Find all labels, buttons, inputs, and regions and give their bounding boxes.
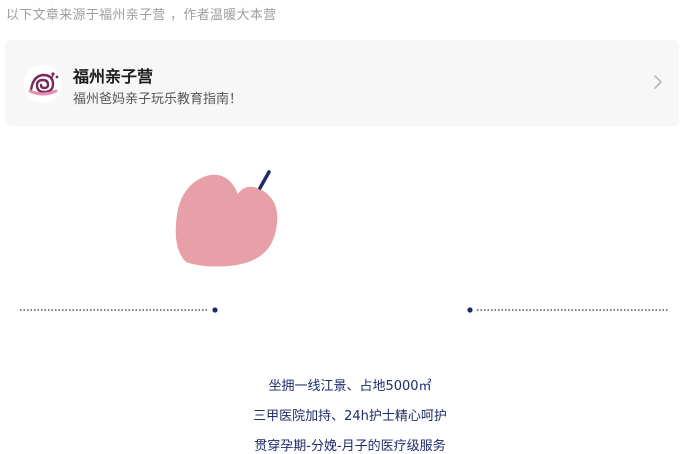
account-description: 福州爸妈亲子玩乐教育指南！ (73, 92, 243, 107)
chevron-right-icon[interactable] (651, 73, 665, 91)
account-card[interactable]: 福州亲子营 福州爸妈亲子玩乐教育指南！ (5, 40, 679, 126)
pink-heart-icon (175, 170, 278, 267)
source-note: 以下文章来源于福州亲子营 ，作者温暖大本营 (6, 8, 277, 23)
tagline-2: 三甲医院加持、24h护士精心呵护 (253, 409, 447, 424)
dotted-divider (20, 307, 668, 313)
tagline-3: 贯穿孕期-分娩-月子的医疗级服务 (254, 439, 446, 454)
snail-logo-icon (24, 65, 62, 103)
tagline-1: 坐拥一线江景、占地5000㎡ (268, 379, 432, 394)
account-name: 福州亲子营 (73, 67, 154, 86)
